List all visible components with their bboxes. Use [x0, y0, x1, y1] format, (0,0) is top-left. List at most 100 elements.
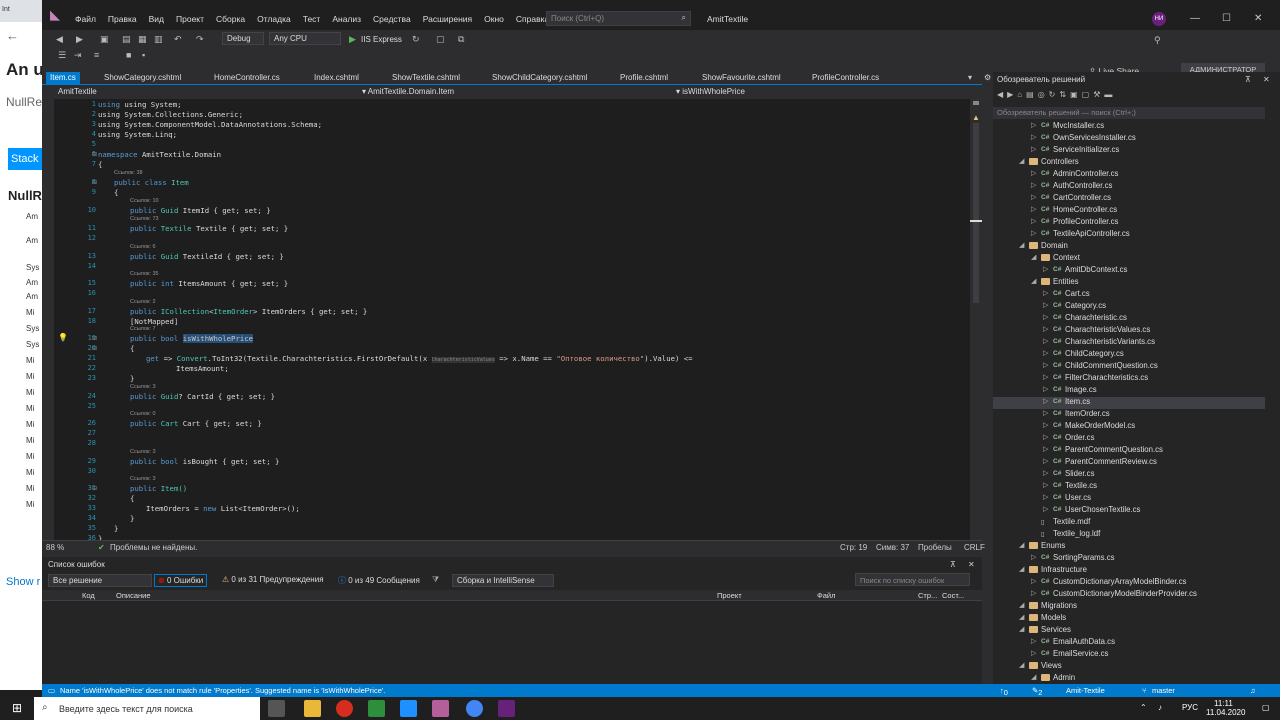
chevron-right-icon[interactable]: ▷: [1043, 361, 1048, 369]
chevron-right-icon[interactable]: ▷: [1043, 325, 1048, 333]
minimize-icon[interactable]: —: [1190, 13, 1200, 24]
sol-toolbar-icons[interactable]: ◀▶⌂▤◎↻⇅▣▢⚒▬: [997, 90, 1116, 99]
bookmark-icon[interactable]: ■: [126, 50, 131, 60]
visual-studio-taskbar-icon[interactable]: [498, 700, 515, 717]
chevron-right-icon[interactable]: ▷: [1031, 637, 1036, 645]
tree-file[interactable]: ▷ C# ChildCommentQuestion.cs: [993, 361, 1265, 373]
tree-folder[interactable]: ◢ Models: [993, 613, 1265, 625]
opera-icon[interactable]: [336, 700, 353, 717]
redo-icon[interactable]: ↷: [196, 34, 204, 45]
indent-icon[interactable]: ⇥: [74, 50, 82, 61]
scroll-thumb[interactable]: [973, 123, 979, 303]
panel-pin-icon[interactable]: ⊼: [950, 560, 956, 569]
chevron-down-icon[interactable]: ◢: [1031, 277, 1036, 285]
menu-item[interactable]: Тест: [297, 14, 327, 24]
chevron-right-icon[interactable]: ▷: [1043, 469, 1048, 477]
tree-file[interactable]: ▷ C# AuthController.cs: [993, 181, 1265, 193]
tree-file[interactable]: ▷ C# ServiceInitializer.cs: [993, 145, 1265, 157]
forward-nav-icon[interactable]: ▶: [76, 34, 83, 45]
security-icon[interactable]: [400, 700, 417, 717]
codelens-reference[interactable]: Ссылок: 3: [130, 384, 156, 390]
run-icon[interactable]: ▶: [349, 34, 356, 45]
tab-profilecontroller-cs[interactable]: ProfileController.cs: [808, 72, 883, 85]
chrome-icon[interactable]: [466, 700, 483, 717]
comment-icon[interactable]: ≡: [94, 50, 99, 60]
menu-item[interactable]: Окно: [478, 14, 510, 24]
tree-file[interactable]: ▷ C# FilterCharachteristics.cs: [993, 373, 1265, 385]
tree-file[interactable]: ▷ C# OwnServicesInstaller.cs: [993, 133, 1265, 145]
whitespace-indicator[interactable]: Пробелы: [918, 543, 952, 552]
tree-file[interactable]: ▷ C# MakeOrderModel.cs: [993, 421, 1265, 433]
tree-folder[interactable]: ◢ Context: [993, 253, 1265, 265]
code-line[interactable]: {: [130, 344, 134, 353]
maximize-icon[interactable]: ☐: [1222, 13, 1231, 24]
panel-close-icon[interactable]: ✕: [968, 560, 975, 569]
col-file[interactable]: Файл: [817, 591, 835, 600]
collapse-icon[interactable]: ⊟: [92, 179, 97, 186]
undo-icon[interactable]: ↶: [174, 34, 182, 45]
code-line[interactable]: }: [130, 374, 134, 383]
collapse-icon[interactable]: ⊟: [92, 151, 97, 158]
warnings-filter[interactable]: ⚠ 0 из 31 Предупреждения: [222, 574, 324, 587]
chevron-right-icon[interactable]: ▷: [1031, 181, 1036, 189]
chevron-down-icon[interactable]: ◢: [1019, 565, 1024, 573]
chevron-right-icon[interactable]: ▷: [1043, 313, 1048, 321]
tree-file[interactable]: ▷ C# User.cs: [993, 493, 1265, 505]
code-line[interactable]: public Textile Textile { get; set; }: [130, 224, 288, 233]
sol-pin-icon[interactable]: ⊼: [1245, 75, 1251, 84]
sol-close-icon[interactable]: ✕: [1263, 75, 1270, 84]
solution-search-input[interactable]: Обозреватель решений — поиск (Ctrl+;): [993, 107, 1265, 119]
code-line[interactable]: {: [130, 494, 134, 503]
repo-name[interactable]: Amit-Textile: [1066, 686, 1105, 695]
tree-file[interactable]: ▷ C# ItemOrder.cs: [993, 409, 1265, 421]
code-line[interactable]: }: [114, 524, 118, 533]
input-language[interactable]: РУС: [1182, 703, 1198, 712]
menu-item[interactable]: Расширения: [417, 14, 478, 24]
tab-overflow-icon[interactable]: ▾: [968, 73, 972, 82]
chevron-right-icon[interactable]: ▷: [1043, 373, 1048, 381]
codelens-reference[interactable]: Ссылок: 3: [130, 449, 156, 455]
codelens-reference[interactable]: Ссылок: 35: [130, 271, 159, 277]
chevron-right-icon[interactable]: ▷: [1031, 193, 1036, 201]
tree-folder[interactable]: ◢ Views: [993, 661, 1265, 673]
chevron-down-icon[interactable]: ◢: [1019, 157, 1024, 165]
code-line[interactable]: public Guid ItemId { get; set; }: [130, 206, 271, 215]
tab-showfavourite-cshtml[interactable]: ShowFavourite.cshtml: [698, 72, 785, 85]
file-explorer-icon[interactable]: [304, 700, 321, 717]
browser-link[interactable]: Show r: [6, 576, 40, 588]
codelens-reference[interactable]: Ссылок: 6: [130, 244, 156, 250]
chevron-right-icon[interactable]: ▷: [1031, 205, 1036, 213]
chevron-right-icon[interactable]: ▷: [1031, 553, 1036, 561]
code-line[interactable]: public bool isBought { get; set; }: [130, 457, 279, 466]
menu-item[interactable]: Файл: [69, 14, 102, 24]
tab-homecontroller-cs[interactable]: HomeController.cs: [210, 72, 284, 85]
chevron-down-icon[interactable]: ◢: [1019, 541, 1024, 549]
codelens-reference[interactable]: Ссылок: 0: [130, 411, 156, 417]
tree-folder[interactable]: ◢ Services: [993, 625, 1265, 637]
code-line[interactable]: public class Item: [114, 178, 189, 187]
chevron-down-icon[interactable]: ◢: [1019, 613, 1024, 621]
chevron-right-icon[interactable]: ▷: [1043, 385, 1048, 393]
chevron-right-icon[interactable]: ▷: [1043, 433, 1048, 441]
tab-item-cs[interactable]: Item.cs: [46, 72, 80, 85]
lightbulb-icon[interactable]: 💡: [58, 333, 68, 342]
chevron-right-icon[interactable]: ▷: [1043, 397, 1048, 405]
tree-file[interactable]: ▷ C# UserChosenTextile.cs: [993, 505, 1265, 517]
notification-center-icon[interactable]: ▢: [1262, 703, 1270, 712]
tree-file[interactable]: ▷ C# CharachteristicVariants.cs: [993, 337, 1265, 349]
codelens-reference[interactable]: Ссылок: 7: [130, 326, 156, 332]
bookmark-prev-icon[interactable]: ▪: [142, 50, 145, 60]
tree-file[interactable]: ▷ C# CharachteristicValues.cs: [993, 325, 1265, 337]
clock-time[interactable]: 11:11: [1214, 699, 1233, 708]
chevron-right-icon[interactable]: ▷: [1031, 217, 1036, 225]
tree-file[interactable]: ▷ C# Category.cs: [993, 301, 1265, 313]
browser-tab[interactable]: Int: [0, 0, 42, 22]
chevron-right-icon[interactable]: ▷: [1043, 301, 1048, 309]
chevron-right-icon[interactable]: ▷: [1043, 445, 1048, 453]
tab-index-cshtml[interactable]: Index.cshtml: [310, 72, 363, 85]
code-line[interactable]: public bool isWithWholePrice: [130, 334, 254, 343]
chevron-right-icon[interactable]: ▷: [1031, 229, 1036, 237]
tree-file[interactable]: ▷ C# Slider.cs: [993, 469, 1265, 481]
tree-file[interactable]: ▷ C# ChildCategory.cs: [993, 349, 1265, 361]
col-project[interactable]: Проект: [717, 591, 742, 600]
